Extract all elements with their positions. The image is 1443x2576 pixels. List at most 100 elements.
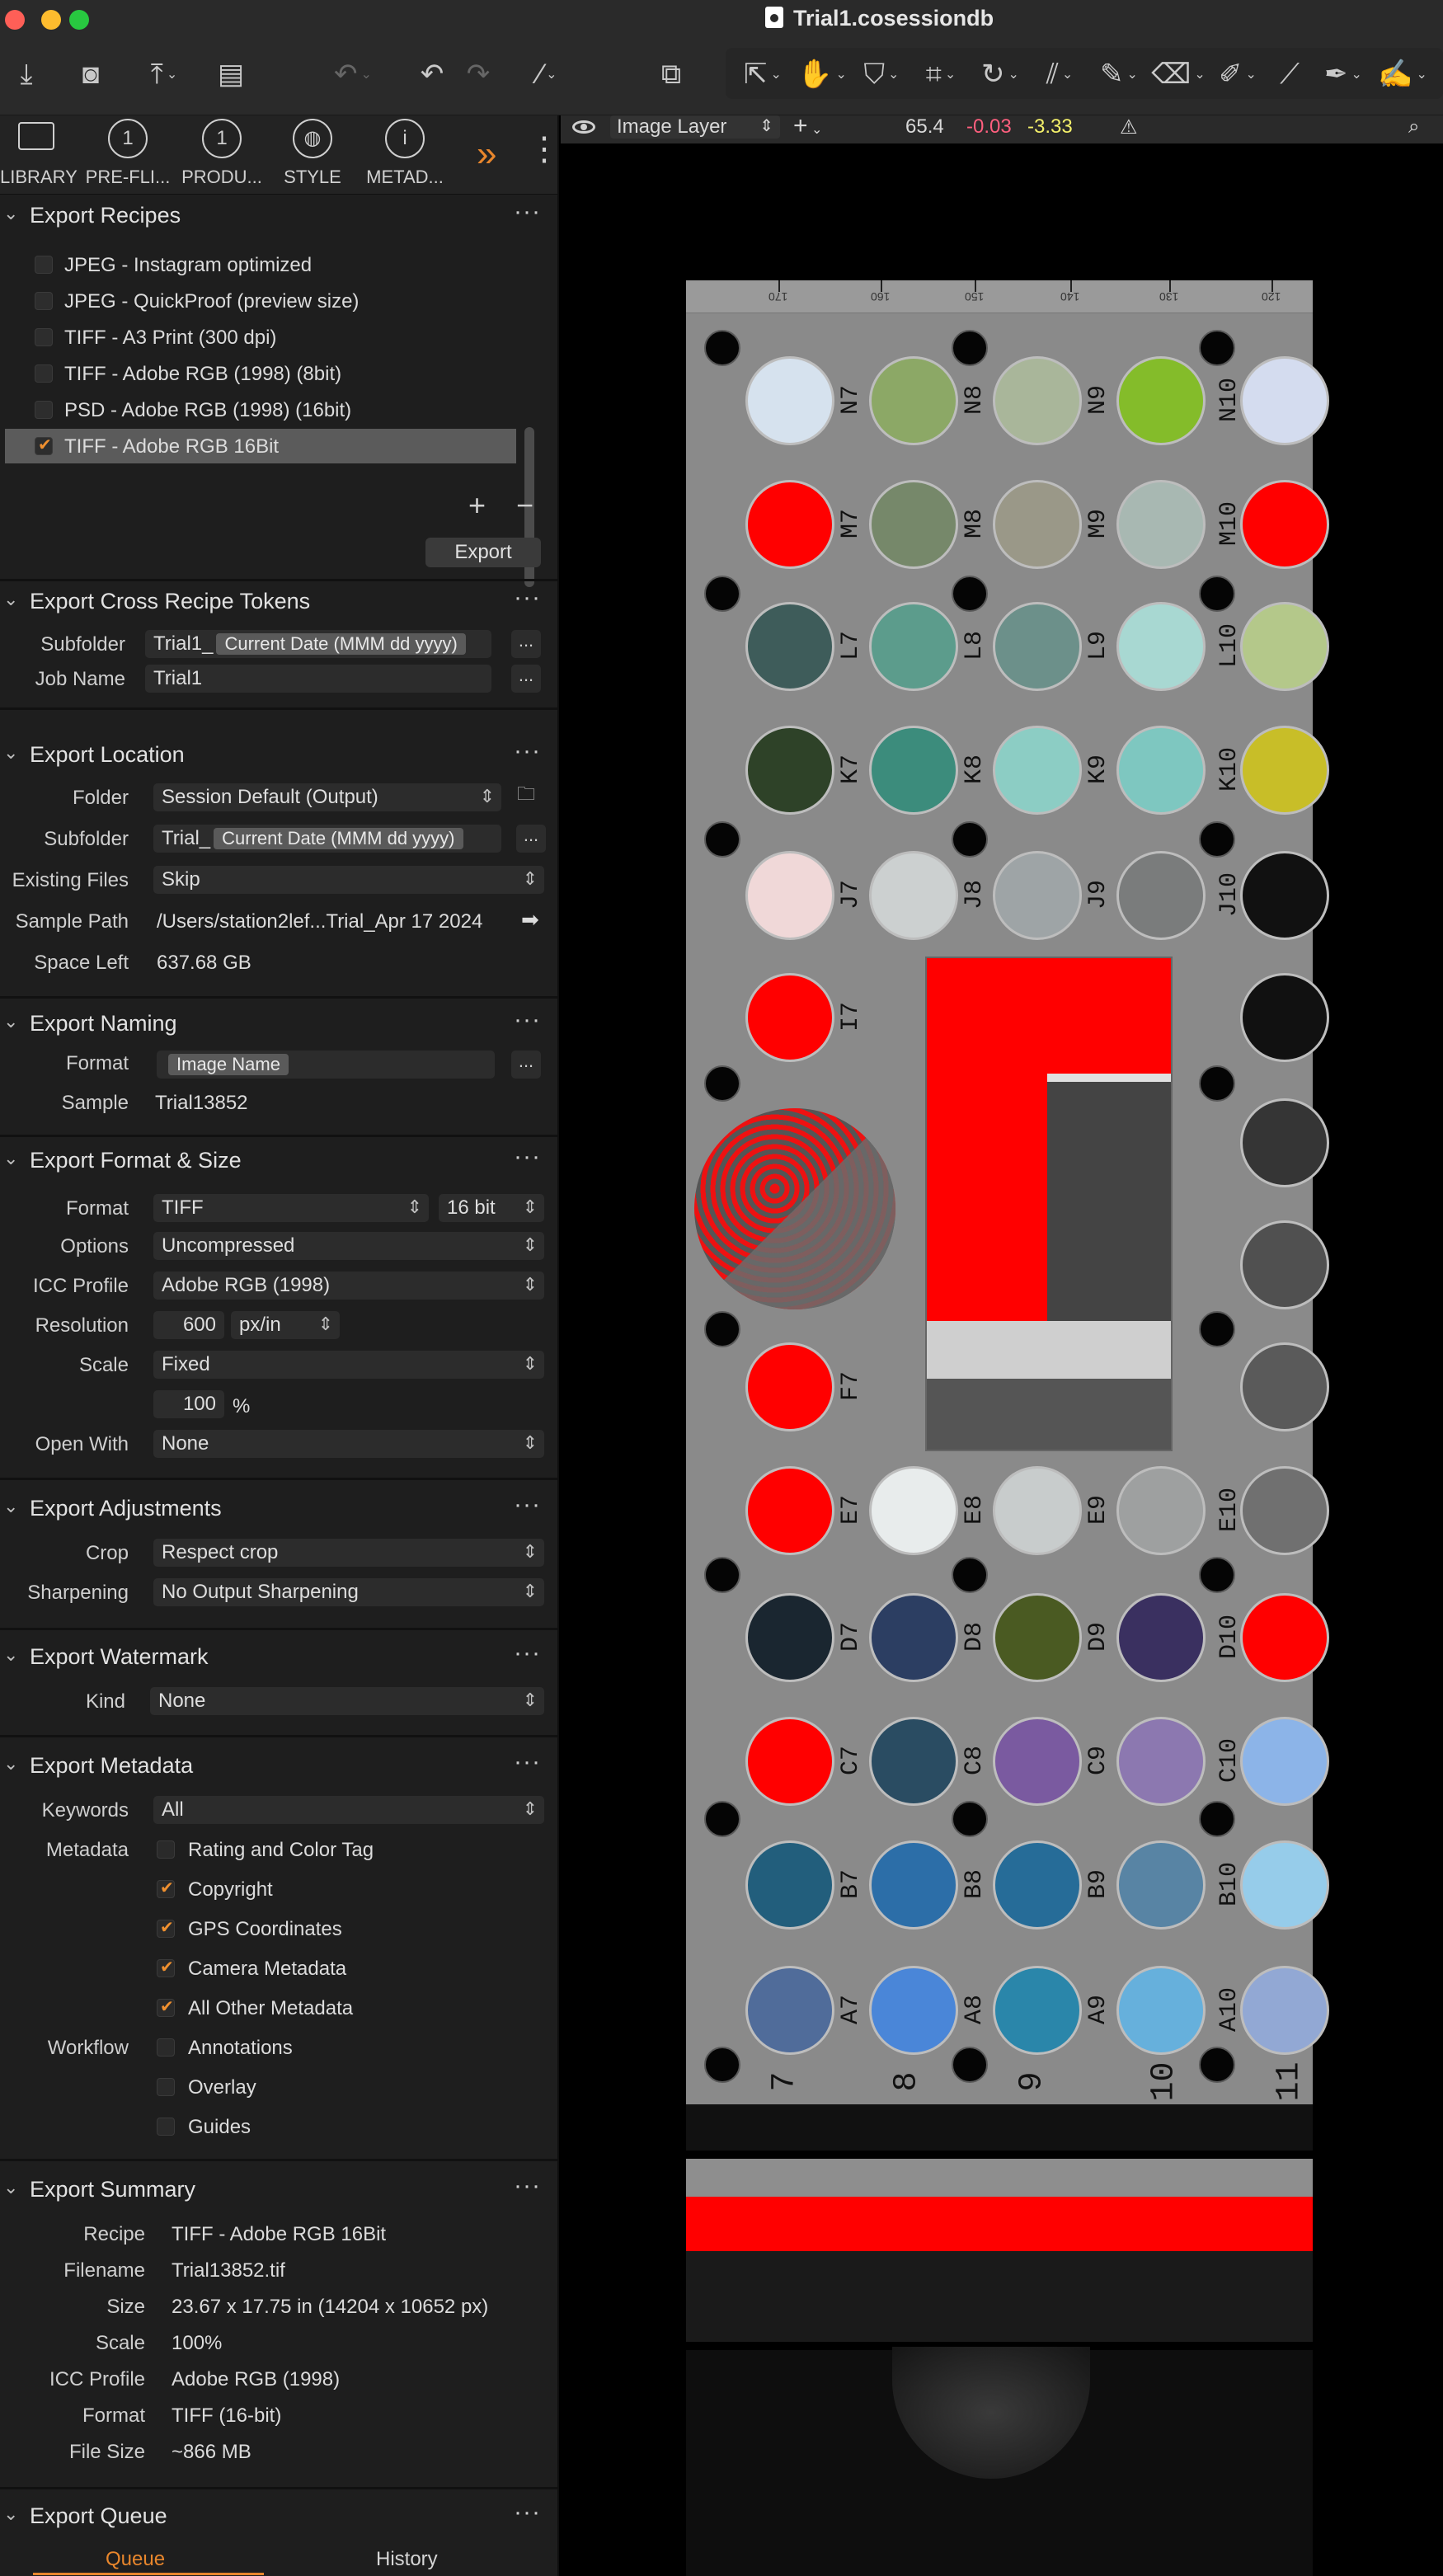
tab-history[interactable]: History bbox=[376, 2548, 438, 2571]
metadata-checkbox[interactable] bbox=[157, 1917, 175, 1938]
tab-metadata[interactable]: i METAD... bbox=[356, 115, 454, 195]
export-icon[interactable]: ⤒ ⌄ bbox=[135, 54, 193, 94]
scale-amount-input[interactable]: 100 bbox=[153, 1390, 224, 1418]
options-select[interactable]: Uncompressed ⇕ bbox=[153, 1232, 544, 1260]
location-subfolder-more-button[interactable]: ... bbox=[516, 825, 546, 853]
recipe-checkbox[interactable] bbox=[35, 292, 53, 310]
bit-depth-select[interactable]: 16 bit ⇕ bbox=[439, 1194, 544, 1222]
warning-icon[interactable]: ⚠ bbox=[1120, 115, 1138, 139]
ruler-icon[interactable]: ⟋ bbox=[1270, 54, 1309, 94]
sharpening-select[interactable]: No Output Sharpening ⇕ bbox=[153, 1578, 544, 1606]
more-options-icon[interactable]: ··· bbox=[514, 2172, 541, 2200]
metadata-checkbox[interactable] bbox=[157, 1996, 175, 2017]
tab-production[interactable]: 1 PRODU... bbox=[173, 115, 270, 195]
jobname-field[interactable]: Trial1 bbox=[145, 665, 491, 693]
workflow-checkbox[interactable] bbox=[157, 2078, 175, 2096]
section-export-queue[interactable]: ⌄ Export Queue ··· bbox=[0, 2498, 557, 2535]
workflow-checkbox[interactable] bbox=[157, 2118, 175, 2136]
more-options-icon[interactable]: ··· bbox=[514, 584, 541, 612]
resolution-unit-select[interactable]: px/in ⇕ bbox=[231, 1311, 340, 1339]
remove-recipe-button[interactable]: − bbox=[516, 488, 533, 523]
section-export-metadata[interactable]: ⌄ Export Metadata ··· bbox=[0, 1748, 557, 1784]
existing-files-select[interactable]: Skip ⇕ bbox=[153, 866, 544, 894]
layer-select[interactable]: Image Layer ⇕ bbox=[610, 115, 780, 139]
format-select[interactable]: TIFF ⇕ bbox=[153, 1194, 429, 1222]
recipe-item-selected[interactable]: TIFF - Adobe RGB 16Bit bbox=[5, 429, 516, 463]
import-icon[interactable]: ⤓ bbox=[7, 54, 46, 94]
subfolder-field[interactable]: Trial1_ Current Date (MMM dd yyyy) bbox=[145, 630, 491, 658]
recipe-item[interactable]: JPEG - QuickProof (preview size) bbox=[5, 284, 516, 318]
watermark-kind-select[interactable]: None ⇕ bbox=[150, 1687, 544, 1715]
folder-select[interactable]: Session Default (Output) ⇕ bbox=[153, 783, 501, 811]
date-token[interactable]: Current Date (MMM dd yyyy) bbox=[216, 633, 466, 655]
color-picker-icon[interactable]: ⛉ ⌄ bbox=[854, 54, 909, 94]
section-cross-recipe-tokens[interactable]: ⌄ Export Cross Recipe Tokens ··· bbox=[0, 584, 557, 620]
metadata-checkbox[interactable] bbox=[157, 1878, 175, 1898]
redo-icon[interactable]: ↷ bbox=[458, 54, 498, 94]
resolution-input[interactable]: 600 bbox=[153, 1311, 224, 1339]
select-cursor-icon[interactable]: ⇱ ⌄ bbox=[736, 54, 790, 94]
section-export-location[interactable]: ⌄ Export Location ··· bbox=[0, 737, 557, 773]
recipe-checkbox[interactable] bbox=[35, 435, 53, 455]
brush-icon[interactable]: ✎ ⌄ bbox=[1092, 54, 1146, 94]
naming-more-button[interactable]: ... bbox=[511, 1051, 541, 1079]
straighten-icon[interactable]: ⫽ ⌄ bbox=[1032, 54, 1087, 94]
camera-icon[interactable]: ◙ bbox=[71, 54, 110, 94]
tab-style[interactable]: ◍ STYLE bbox=[275, 115, 350, 195]
section-format-size[interactable]: ⌄ Export Format & Size ··· bbox=[0, 1143, 557, 1179]
section-export-naming[interactable]: ⌄ Export Naming ··· bbox=[0, 1006, 557, 1042]
recipe-checkbox[interactable] bbox=[35, 401, 53, 419]
more-options-icon[interactable]: ··· bbox=[514, 2498, 541, 2527]
metadata-checkbox[interactable] bbox=[157, 1957, 175, 1977]
recipe-item[interactable]: PSD - Adobe RGB (1998) (16bit) bbox=[5, 393, 516, 427]
icc-profile-select[interactable]: Adobe RGB (1998) ⇕ bbox=[153, 1272, 544, 1300]
folder-browse-icon[interactable]: 🗀 bbox=[511, 783, 541, 811]
section-export-summary[interactable]: ⌄ Export Summary ··· bbox=[0, 2172, 557, 2208]
more-options-icon[interactable]: ··· bbox=[514, 1143, 541, 1171]
date-token[interactable]: Current Date (MMM dd yyyy) bbox=[214, 828, 463, 849]
tab-library[interactable]: LIBRARY bbox=[0, 115, 78, 195]
reveal-arrow-icon[interactable]: ➡ bbox=[521, 907, 539, 933]
add-layer-icon[interactable]: + ⌄ bbox=[793, 112, 822, 140]
location-subfolder-field[interactable]: Trial_ Current Date (MMM dd yyyy) bbox=[153, 825, 501, 853]
recipe-checkbox[interactable] bbox=[35, 364, 53, 383]
panel-menu-icon[interactable]: ⋮ bbox=[528, 130, 557, 168]
scale-select[interactable]: Fixed ⇕ bbox=[153, 1351, 544, 1379]
more-options-icon[interactable]: ··· bbox=[514, 198, 541, 226]
more-options-icon[interactable]: ··· bbox=[514, 1748, 541, 1776]
add-recipe-button[interactable]: + bbox=[468, 488, 486, 523]
pan-hand-icon[interactable]: ✋ ⌄ bbox=[795, 54, 849, 94]
close-window-button[interactable] bbox=[5, 10, 25, 30]
image-name-token[interactable]: Image Name bbox=[168, 1054, 289, 1075]
more-options-icon[interactable]: ··· bbox=[514, 1639, 541, 1667]
windows-icon[interactable]: ⧉ bbox=[648, 54, 694, 94]
open-with-select[interactable]: None ⇕ bbox=[153, 1430, 544, 1458]
tab-preflight[interactable]: 1 PRE-FLI... bbox=[79, 115, 176, 195]
recipe-item[interactable]: TIFF - A3 Print (300 dpi) bbox=[5, 320, 516, 355]
more-options-icon[interactable]: ··· bbox=[514, 1491, 541, 1519]
keywords-select[interactable]: All ⇕ bbox=[153, 1796, 544, 1824]
clipboard-icon[interactable]: ▤ bbox=[211, 54, 251, 94]
metadata-checkbox[interactable] bbox=[157, 1840, 175, 1859]
export-button[interactable]: Export bbox=[425, 538, 541, 567]
eraser-icon[interactable]: ⌫ ⌄ bbox=[1151, 54, 1206, 94]
rotate-icon[interactable]: ↻ ⌄ bbox=[973, 54, 1027, 94]
crop-icon[interactable]: ⌗ ⌄ bbox=[914, 54, 968, 94]
undo-history-icon[interactable]: ↶ ⌄ bbox=[320, 54, 386, 94]
recipe-checkbox[interactable] bbox=[35, 328, 53, 346]
jobname-more-button[interactable]: ... bbox=[511, 665, 541, 693]
zoom-window-button[interactable] bbox=[69, 10, 89, 30]
crop-select[interactable]: Respect crop ⇕ bbox=[153, 1539, 544, 1567]
naming-format-field[interactable]: Image Name bbox=[157, 1051, 495, 1079]
picker-icon[interactable]: ✒ ⌄ bbox=[1316, 54, 1370, 94]
recipe-item[interactable]: JPEG - Instagram optimized bbox=[5, 247, 516, 282]
subfolder-more-button[interactable]: ... bbox=[511, 630, 541, 658]
eye-icon[interactable] bbox=[572, 120, 595, 134]
erase-icon[interactable]: ✐ ⌄ bbox=[1210, 54, 1265, 94]
section-export-recipes[interactable]: ⌄ Export Recipes ··· bbox=[0, 198, 557, 234]
more-tabs-chevron-icon[interactable]: » bbox=[477, 134, 496, 175]
workflow-checkbox[interactable] bbox=[157, 2038, 175, 2057]
section-export-adjustments[interactable]: ⌄ Export Adjustments ··· bbox=[0, 1491, 557, 1527]
magic-wand-icon[interactable]: ⁄ ⌄ bbox=[515, 54, 580, 94]
section-export-watermark[interactable]: ⌄ Export Watermark ··· bbox=[0, 1639, 557, 1676]
